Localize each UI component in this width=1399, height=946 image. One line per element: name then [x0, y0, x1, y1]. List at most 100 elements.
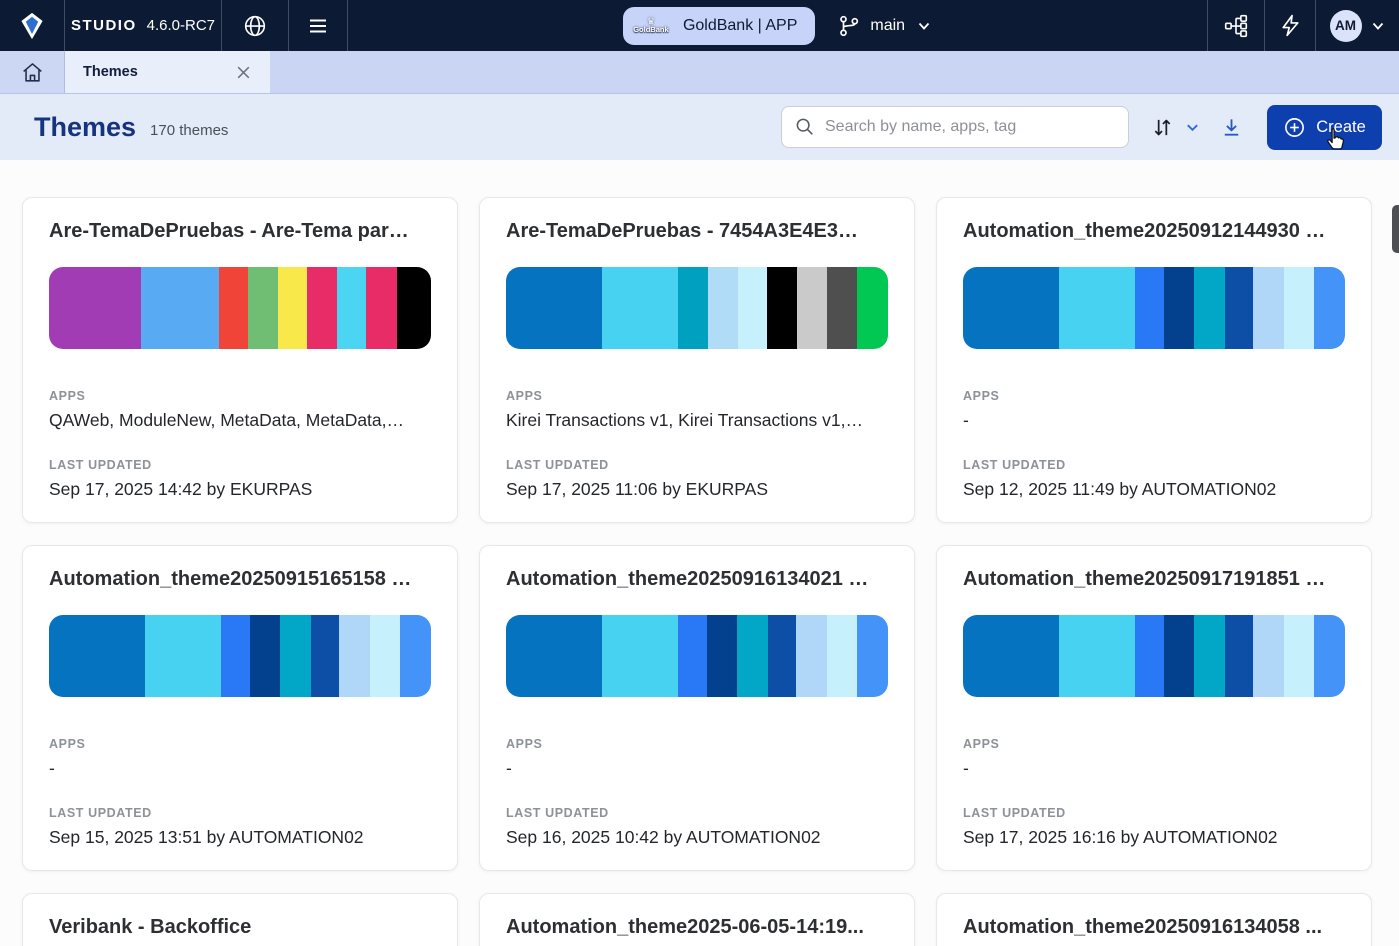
palette-segment — [827, 615, 858, 697]
palette-segment — [1314, 267, 1345, 349]
palette-strip — [49, 615, 431, 697]
search-input[interactable] — [825, 118, 1116, 136]
theme-card[interactable]: Are-TemaDePruebas - Are-Tema par… APPS Q… — [22, 197, 458, 523]
palette-segment — [737, 615, 768, 697]
export-button[interactable] — [1220, 116, 1243, 139]
palette-segment — [768, 615, 797, 697]
last-updated-label: LAST UPDATED — [506, 458, 888, 472]
sitemap-button[interactable] — [1207, 0, 1264, 51]
close-icon[interactable] — [235, 64, 252, 81]
chevron-down-icon[interactable] — [1185, 120, 1200, 135]
page-header: Themes 170 themes — [0, 94, 1399, 160]
theme-card[interactable]: Are-TemaDePruebas - 7454A3E4E3… APPS Kir… — [479, 197, 915, 523]
brand-version: 4.6.0-RC7 — [147, 17, 215, 34]
apps-label: APPS — [49, 389, 431, 403]
tab-themes[interactable]: Themes — [65, 51, 270, 93]
goldbank-mini-logo: ♛ GoldBank — [631, 17, 671, 34]
download-icon — [1220, 116, 1243, 139]
palette-segment — [1059, 267, 1135, 349]
topbar-spacer-right — [932, 0, 1207, 51]
last-updated-value: Sep 17, 2025 16:16 by AUTOMATION02 — [963, 827, 1345, 848]
brand-block: STUDIO 4.6.0-RC7 — [65, 0, 222, 51]
tab-label: Themes — [83, 64, 235, 80]
top-bar: STUDIO 4.6.0-RC7 ♛ GoldBank GoldBank | A… — [0, 0, 1399, 51]
palette-segment — [963, 267, 1059, 349]
theme-card[interactable]: Automation_theme20250916134058 ... APPS … — [936, 893, 1372, 946]
sort-control[interactable] — [1151, 116, 1200, 139]
apps-label: APPS — [49, 737, 431, 751]
chevron-down-icon — [1370, 18, 1386, 34]
apps-label: APPS — [506, 389, 888, 403]
vertical-scrollbar-thumb[interactable] — [1392, 205, 1399, 253]
plus-circle-icon — [1283, 116, 1306, 139]
palette-segment — [1225, 267, 1254, 349]
create-button[interactable]: Create — [1267, 105, 1382, 150]
palette-segment — [1225, 615, 1254, 697]
palette-segment — [1314, 615, 1345, 697]
language-button[interactable] — [222, 0, 289, 51]
create-button-label: Create — [1316, 118, 1366, 137]
last-updated-value: Sep 15, 2025 13:51 by AUTOMATION02 — [49, 827, 431, 848]
palette-segment — [1284, 267, 1315, 349]
last-updated-value: Sep 17, 2025 11:06 by EKURPAS — [506, 479, 888, 500]
git-branch-icon — [837, 14, 861, 38]
app-context-badge[interactable]: ♛ GoldBank GoldBank | APP — [623, 7, 815, 45]
themes-grid: Are-TemaDePruebas - Are-Tema par… APPS Q… — [22, 197, 1399, 946]
theme-card[interactable]: Automation_theme2025-06-05-14:19... APPS… — [479, 893, 915, 946]
palette-segment — [1194, 267, 1225, 349]
theme-card-title: Veribank - Backoffice — [49, 916, 431, 939]
search-box[interactable] — [781, 106, 1129, 148]
palette-segment — [49, 267, 141, 349]
palette-strip — [49, 267, 431, 349]
palette-segment — [797, 267, 827, 349]
page-title: Themes — [34, 112, 136, 143]
palette-segment — [337, 267, 366, 349]
palette-segment — [738, 267, 768, 349]
lightning-icon — [1278, 13, 1303, 38]
palette-segment — [307, 267, 336, 349]
theme-card-title: Automation_theme20250915165158 … — [49, 568, 431, 591]
account-menu[interactable]: AM — [1315, 0, 1399, 51]
palette-segment — [506, 615, 602, 697]
theme-card[interactable]: Veribank - Backoffice APPS LAST UPDATED — [22, 893, 458, 946]
theme-card-title: Automation_theme20250916134021 … — [506, 568, 888, 591]
main-menu-button[interactable] — [289, 0, 348, 51]
last-updated-label: LAST UPDATED — [49, 806, 431, 820]
palette-segment — [1135, 267, 1164, 349]
palette-segment — [339, 615, 370, 697]
palette-segment — [219, 267, 248, 349]
chevron-down-icon — [916, 18, 932, 34]
theme-card-title: Automation_theme20250912144930 … — [963, 220, 1345, 243]
brand-name: STUDIO — [71, 17, 137, 34]
palette-segment — [1164, 267, 1195, 349]
palette-segment — [311, 615, 340, 697]
palette-segment — [827, 267, 857, 349]
palette-segment — [1135, 615, 1164, 697]
apps-label: APPS — [506, 737, 888, 751]
home-tab-button[interactable] — [0, 51, 65, 93]
palette-segment — [506, 267, 602, 349]
apps-value: Kirei Transactions v1, Kirei Transaction… — [506, 410, 888, 431]
palette-segment — [678, 615, 707, 697]
tab-bar: Themes — [0, 51, 1399, 94]
theme-card[interactable]: Automation_theme20250917191851 … APPS - … — [936, 545, 1372, 871]
globe-icon — [242, 13, 268, 39]
themes-count: 170 themes — [150, 122, 228, 139]
theme-card[interactable]: Automation_theme20250915165158 … APPS - … — [22, 545, 458, 871]
branch-selector[interactable]: main — [837, 0, 932, 51]
palette-segment — [366, 267, 397, 349]
palette-segment — [767, 267, 797, 349]
theme-card[interactable]: Automation_theme20250916134021 … APPS - … — [479, 545, 915, 871]
palette-segment — [1194, 615, 1225, 697]
palette-segment — [250, 615, 281, 697]
palette-segment — [678, 267, 708, 349]
palette-segment — [49, 615, 145, 697]
theme-card-title: Automation_theme2025-06-05-14:19... — [506, 916, 888, 939]
app-logo[interactable] — [0, 0, 65, 51]
last-updated-value: Sep 17, 2025 14:42 by EKURPAS — [49, 479, 431, 500]
apps-label: APPS — [963, 389, 1345, 403]
quick-actions-button[interactable] — [1264, 0, 1315, 51]
palette-segment — [796, 615, 827, 697]
theme-card[interactable]: Automation_theme20250912144930 … APPS - … — [936, 197, 1372, 523]
topbar-spacer-left — [348, 0, 623, 51]
